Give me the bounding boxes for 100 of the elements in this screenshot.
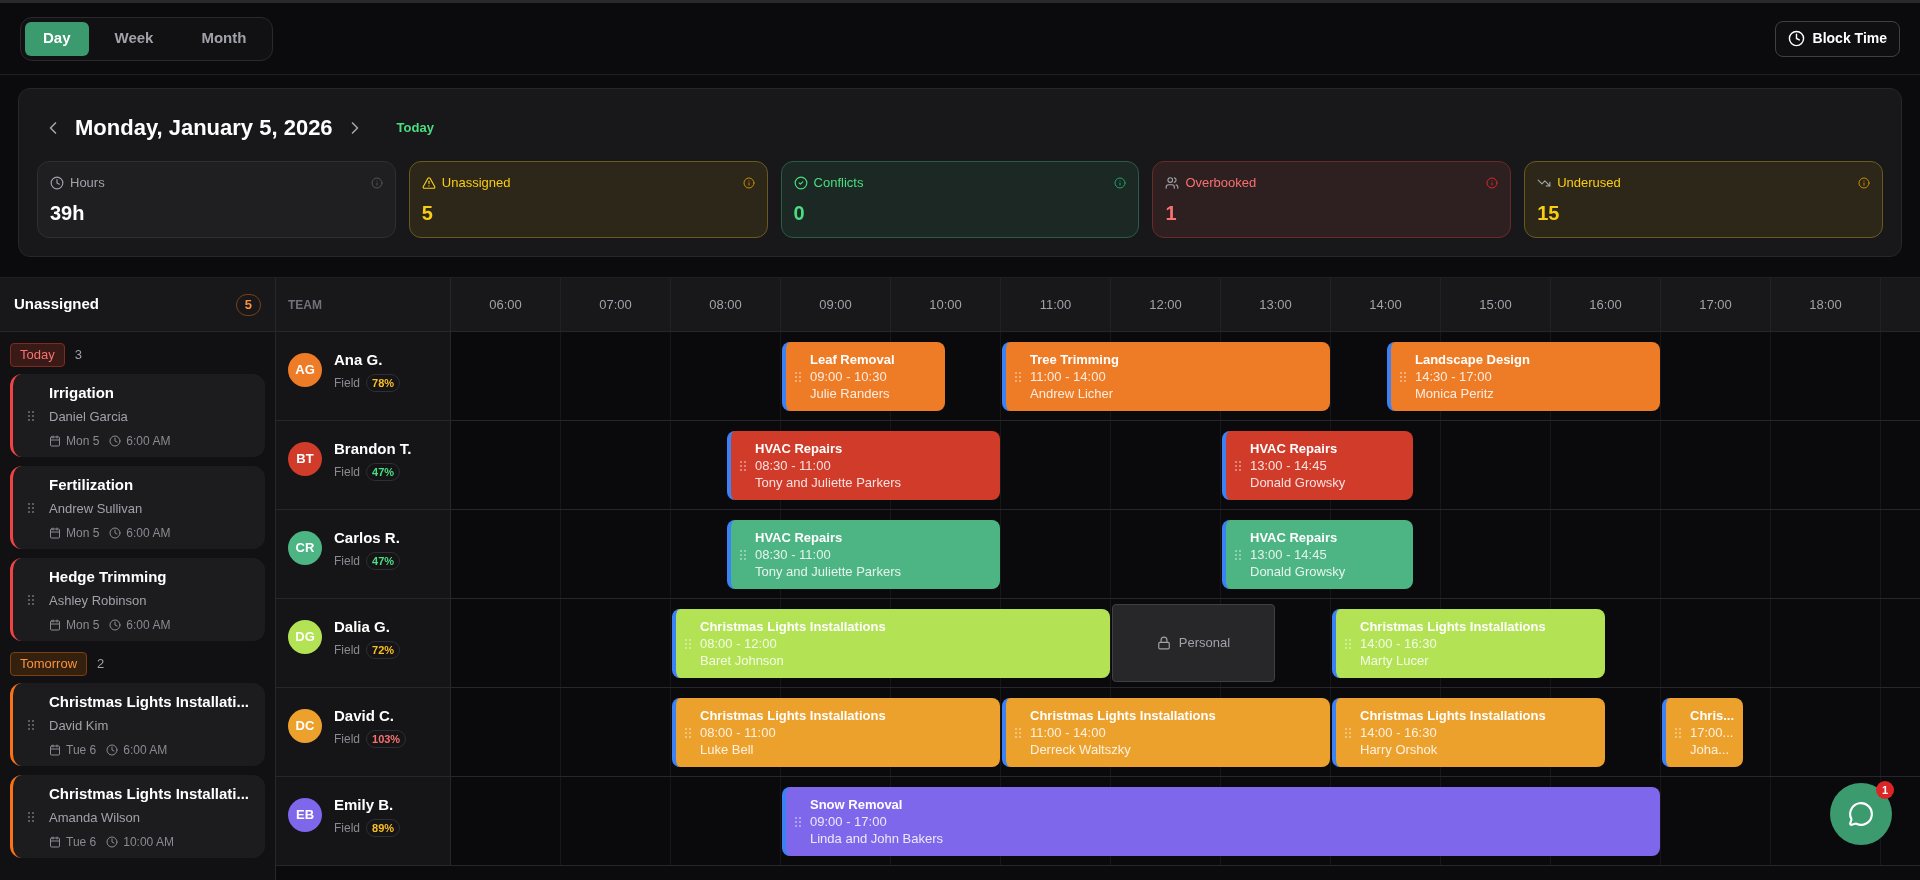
hour-label: 10:00 bbox=[929, 295, 962, 314]
member-role: Field bbox=[334, 374, 360, 392]
event-client: Donald Growsky bbox=[1250, 563, 1346, 580]
event-block[interactable]: Landscape Design 14:30 - 17:00 Monica Peritz bbox=[1387, 342, 1660, 411]
drag-handle-icon[interactable] bbox=[1345, 638, 1351, 649]
calendar-icon bbox=[49, 526, 61, 539]
job-card[interactable]: Irrigation Daniel Garcia Mon 5 6:00 AM bbox=[10, 374, 265, 457]
date-title: Monday, January 5, 2026 bbox=[75, 114, 333, 142]
calendar-icon bbox=[49, 743, 61, 756]
drag-handle-icon[interactable] bbox=[795, 371, 801, 382]
hour-label: 08:00 bbox=[709, 295, 742, 314]
job-date: Tue 6 bbox=[66, 741, 97, 759]
hour-label: 14:00 bbox=[1369, 295, 1402, 314]
job-client: David Kim bbox=[49, 717, 110, 735]
job-title: Irrigation bbox=[49, 382, 115, 403]
drag-handle-icon[interactable] bbox=[685, 638, 691, 649]
drag-handle-icon[interactable] bbox=[795, 816, 801, 827]
member-name: Emily B. bbox=[334, 795, 395, 815]
event-time: 09:00 - 10:30 bbox=[810, 368, 888, 385]
info-icon[interactable] bbox=[742, 176, 755, 189]
drag-handle-icon[interactable] bbox=[28, 594, 34, 605]
lock-icon bbox=[1156, 636, 1171, 650]
job-card[interactable]: Christmas Lights Installati... Amanda Wilson Tue 6 10:00 AM bbox=[10, 775, 265, 858]
event-client: Monica Peritz bbox=[1415, 385, 1495, 402]
job-card[interactable]: Hedge Trimming Ashley Robinson Mon 5 6:00 AM bbox=[10, 558, 265, 641]
member-role: Field bbox=[334, 730, 360, 748]
event-client: Julie Randers bbox=[810, 385, 891, 402]
event-time: 14:00 - 16:30 bbox=[1360, 635, 1438, 652]
view-tab[interactable]: Day bbox=[25, 21, 89, 56]
job-title: Christmas Lights Installati... bbox=[49, 691, 250, 712]
view-tab[interactable]: Month bbox=[179, 21, 269, 56]
drag-handle-icon[interactable] bbox=[740, 549, 746, 560]
event-client: Linda and John Bakers bbox=[810, 830, 943, 847]
drag-handle-icon[interactable] bbox=[28, 811, 34, 822]
view-tab[interactable]: Week bbox=[92, 21, 176, 56]
clock-icon bbox=[106, 743, 119, 756]
drag-handle-icon[interactable] bbox=[28, 719, 34, 730]
event-block[interactable]: HVAC Repairs 08:30 - 11:00 Tony and Juliette Parkers bbox=[727, 520, 1000, 589]
event-title: Tree Trimming bbox=[1030, 351, 1119, 368]
calendar-icon bbox=[49, 434, 61, 447]
hour-label: 16:00 bbox=[1589, 295, 1622, 314]
event-time: 08:00 - 12:00 bbox=[700, 635, 778, 652]
job-date: Tue 6 bbox=[66, 833, 97, 851]
member-name: Brandon T. bbox=[334, 439, 412, 459]
drag-handle-icon[interactable] bbox=[1015, 727, 1021, 738]
info-icon[interactable] bbox=[370, 176, 383, 189]
hour-label: 09:00 bbox=[819, 295, 852, 314]
job-time: 6:00 AM bbox=[126, 616, 171, 634]
event-time: 13:00 - 14:45 bbox=[1250, 546, 1328, 563]
stat-value: 15 bbox=[1537, 200, 1561, 226]
event-title: Chris... bbox=[1690, 707, 1735, 724]
today-link[interactable]: Today bbox=[396, 117, 434, 138]
event-block[interactable]: HVAC Repairs 13:00 - 14:45 Donald Growsky bbox=[1222, 520, 1413, 589]
event-block[interactable]: Tree Trimming 11:00 - 14:00 Andrew Licher bbox=[1002, 342, 1330, 411]
event-client: Donald Growsky bbox=[1250, 474, 1346, 491]
info-icon[interactable] bbox=[1486, 176, 1499, 189]
drag-handle-icon[interactable] bbox=[1015, 371, 1021, 382]
job-card[interactable]: Fertilization Andrew Sullivan Mon 5 6:00 AM bbox=[10, 466, 265, 549]
stat-label: Overbooked bbox=[1185, 174, 1257, 192]
drag-handle-icon[interactable] bbox=[28, 502, 34, 513]
calendar-icon bbox=[49, 618, 61, 631]
job-title: Fertilization bbox=[49, 474, 135, 495]
event-time: 08:30 - 11:00 bbox=[755, 546, 832, 563]
hour-label: 11:00 bbox=[1039, 295, 1072, 314]
job-client: Amanda Wilson bbox=[49, 809, 142, 827]
event-time: 11:00 - 14:00 bbox=[1030, 368, 1107, 385]
event-time: 14:30 - 17:00 bbox=[1415, 368, 1493, 385]
drag-handle-icon[interactable] bbox=[28, 410, 34, 421]
hour-label: 18:00 bbox=[1809, 295, 1842, 314]
job-card[interactable]: Christmas Lights Installati... David Kim Tue 6 6:00 AM bbox=[10, 683, 265, 766]
drag-handle-icon[interactable] bbox=[1235, 460, 1241, 471]
info-icon[interactable] bbox=[1114, 176, 1127, 189]
drag-handle-icon[interactable] bbox=[740, 460, 746, 471]
drag-handle-icon[interactable] bbox=[1345, 727, 1351, 738]
group-count: 3 bbox=[74, 346, 82, 365]
event-client: Harry Orshok bbox=[1360, 741, 1439, 758]
drag-handle-icon[interactable] bbox=[1235, 549, 1241, 560]
event-title: Landscape Design bbox=[1415, 351, 1530, 368]
hour-label: 15:00 bbox=[1479, 295, 1512, 314]
avatar: BT bbox=[288, 442, 322, 476]
blocked-time[interactable]: Personal bbox=[1112, 604, 1275, 682]
event-client: Derreck Waltszky bbox=[1030, 741, 1132, 758]
block-time-button[interactable]: Block Time bbox=[1774, 20, 1900, 57]
job-date: Mon 5 bbox=[66, 524, 100, 542]
column-header: TEAM bbox=[288, 296, 322, 314]
event-block[interactable]: Leaf Removal 09:00 - 10:30 Julie Randers bbox=[782, 342, 945, 411]
drag-handle-icon[interactable] bbox=[1675, 727, 1681, 738]
drag-handle-icon[interactable] bbox=[685, 727, 691, 738]
job-time: 6:00 AM bbox=[123, 741, 168, 759]
clock-icon bbox=[109, 434, 122, 447]
drag-handle-icon[interactable] bbox=[1400, 371, 1406, 382]
event-title: Christmas Lights Installations bbox=[1030, 707, 1216, 724]
event-time: 08:00 - 11:00 bbox=[700, 724, 777, 741]
event-block[interactable]: Snow Removal 09:00 - 17:00 Linda and John Bakers bbox=[782, 787, 1660, 856]
job-time: 10:00 AM bbox=[123, 833, 174, 851]
stat-value: 1 bbox=[1165, 200, 1178, 226]
info-icon[interactable] bbox=[1858, 176, 1870, 189]
event-block[interactable]: HVAC Repairs 13:00 - 14:45 Donald Growsky bbox=[1222, 431, 1413, 500]
clock-icon bbox=[106, 835, 119, 848]
event-block[interactable]: HVAC Repairs 08:30 - 11:00 Tony and Juliette Parkers bbox=[727, 431, 1000, 500]
